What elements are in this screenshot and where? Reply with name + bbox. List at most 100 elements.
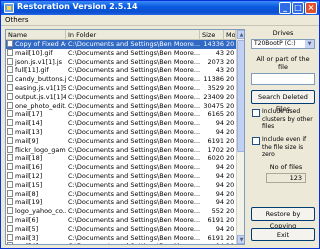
file-modified: 20 xyxy=(226,198,235,207)
scroll-thumb[interactable] xyxy=(237,40,244,152)
table-row[interactable]: Copy of Fixed As...C:\Documents and Sett… xyxy=(6,40,236,49)
file-name-text: mail[12] xyxy=(15,171,43,180)
column-header-name[interactable]: Name xyxy=(6,30,66,40)
file-folder: C:\Documents and Settings\Ben Moore... xyxy=(68,57,200,66)
file-size: 94 xyxy=(215,180,224,189)
column-header-folder[interactable]: In Folder xyxy=(66,30,200,40)
restore-by-copying-button[interactable]: Restore by Copying xyxy=(251,207,315,230)
table-row[interactable]: mail[5] C:\Documents and Settings\Ben Moo… xyxy=(6,224,236,234)
file-folder: C:\Documents and Settings\Ben Moore... xyxy=(68,110,200,119)
file-icon xyxy=(7,66,13,74)
drive-select[interactable]: T20BootP (C:) ▼ xyxy=(251,39,315,49)
file-icon xyxy=(7,215,13,223)
table-row[interactable]: mail[9] C:\Documents and Settings\Ben Moo… xyxy=(6,136,236,146)
column-header-size[interactable]: Size xyxy=(200,30,224,40)
file-name-text: mail[6] xyxy=(15,215,39,224)
file-name-text: flickr_logo_gam... xyxy=(15,145,66,154)
file-name-text: mail[18] xyxy=(15,154,43,163)
vertical-scrollbar[interactable]: ▲ ▼ xyxy=(236,30,244,244)
file-size: 3529 xyxy=(207,83,224,92)
file-name-text: mail[13] xyxy=(15,127,43,136)
file-folder: C:\Documents and Settings\Ben Moore... xyxy=(68,163,200,172)
file-size: 43 xyxy=(215,48,224,57)
number-of-files-value: 123 xyxy=(266,173,306,183)
scroll-up-icon[interactable]: ▲ xyxy=(237,30,244,39)
file-size: 43 xyxy=(215,66,224,75)
file-icon xyxy=(7,163,13,171)
menu-others[interactable]: Others xyxy=(5,16,29,24)
file-modified: 20 xyxy=(226,48,235,57)
file-icon xyxy=(7,75,13,83)
file-name-text: easing.js.v1[1]5... xyxy=(15,83,66,92)
window-title: Restoration Version 2.5.14 xyxy=(17,2,138,11)
include-zero-size-checkbox[interactable] xyxy=(252,137,260,145)
table-row[interactable]: candy_buttons.j...C:\Documents and Setti… xyxy=(6,75,236,84)
table-row[interactable]: easing.js.v1[1]5...C:\Documents and Sett… xyxy=(6,83,236,93)
table-row[interactable]: logo_yahoo_co... C:\Documents and Setting… xyxy=(6,207,236,216)
table-row[interactable]: mail[3] C:\Documents and Settings\Ben Moo… xyxy=(6,233,236,243)
table-row[interactable]: mail[4] C:\Documents and Settings\Ben Moo… xyxy=(6,242,236,244)
file-name-text: mail[5] xyxy=(15,224,39,233)
file-name: mail[8] xyxy=(7,189,66,199)
file-icon xyxy=(7,189,13,197)
table-row[interactable]: mail[14] C:\Documents and Settings\Ben Mo… xyxy=(6,119,236,128)
file-icon xyxy=(7,127,13,135)
table-row[interactable]: full[11].gif C:\Documents and Settings\Be… xyxy=(6,66,236,75)
file-modified: 20 xyxy=(226,242,236,244)
file-folder: C:\Documents and Settings\Ben Moore... xyxy=(68,224,200,233)
table-row[interactable]: mail[16] C:\Documents and Settings\Ben Mo… xyxy=(6,163,236,172)
file-size: 23409 xyxy=(203,92,224,101)
file-name-text: mail[10].gif xyxy=(15,48,53,57)
table-row[interactable]: json.js.v1[1].js C:\Documents and Setting… xyxy=(6,57,236,67)
file-modified: 20 xyxy=(226,92,235,101)
file-name-text: mail[9] xyxy=(15,136,39,145)
file-icon xyxy=(7,110,13,118)
minimize-button[interactable]: _ xyxy=(279,2,291,14)
file-folder: C:\Documents and Settings\Ben Moore... xyxy=(68,189,200,198)
file-modified: 20 xyxy=(226,110,235,119)
file-list[interactable]: Name In Folder Size Moc Copy of Fixed As… xyxy=(5,29,245,245)
file-size: 6191 xyxy=(207,233,224,242)
table-row[interactable]: mail[13] C:\Documents and Settings\Ben Mo… xyxy=(6,127,236,137)
file-name-text: mail[17] xyxy=(15,110,43,119)
file-icon xyxy=(7,145,13,153)
file-rows: Copy of Fixed As...C:\Documents and Sett… xyxy=(6,40,236,244)
file-folder: C:\Documents and Settings\Ben Moore... xyxy=(68,180,200,189)
file-icon xyxy=(7,233,13,241)
table-row[interactable]: mail[19] C:\Documents and Settings\Ben Mo… xyxy=(6,198,236,207)
file-icon xyxy=(7,48,13,56)
close-button[interactable]: × xyxy=(305,2,317,14)
include-clusters-label: Include used clusters by other files xyxy=(262,108,313,130)
table-row[interactable]: mail[10].gif C:\Documents and Settings\Be… xyxy=(6,48,236,58)
file-modified: 20 xyxy=(226,163,235,172)
file-modified: 20 xyxy=(226,57,235,66)
title-bar[interactable]: Restoration Version 2.5.14 _ □ × xyxy=(1,1,319,15)
search-deleted-files-button[interactable]: Search Deleted Files xyxy=(251,90,315,113)
file-size: 94 xyxy=(215,224,224,233)
table-row[interactable]: mail[18] C:\Documents and Settings\Ben Mo… xyxy=(6,154,236,163)
scroll-down-icon[interactable]: ▼ xyxy=(237,235,244,244)
file-size: 552 xyxy=(211,207,224,216)
file-folder: C:\Documents and Settings\Ben Moore... xyxy=(68,75,200,84)
table-row[interactable]: mail[8] C:\Documents and Settings\Ben Moo… xyxy=(6,189,236,199)
include-clusters-checkbox[interactable] xyxy=(252,109,260,117)
table-row[interactable]: output.js.v1[1]42...C:\Documents and Set… xyxy=(6,92,236,102)
table-row[interactable]: one_photo_edit.j...C:\Documents and Sett… xyxy=(6,101,236,111)
table-row[interactable]: mail[12] C:\Documents and Settings\Ben Mo… xyxy=(6,171,236,181)
file-name: candy_buttons.j... xyxy=(7,75,66,84)
table-row[interactable]: mail[15] C:\Documents and Settings\Ben Mo… xyxy=(6,180,236,190)
file-folder: C:\Documents and Settings\Ben Moore... xyxy=(68,207,200,216)
file-name: mail[18] xyxy=(7,154,66,163)
exit-button[interactable]: Exit xyxy=(251,228,315,241)
column-header-modified[interactable]: Moc xyxy=(224,30,236,40)
chevron-down-icon[interactable]: ▼ xyxy=(305,40,314,48)
file-name: mail[5] xyxy=(7,224,66,234)
table-row[interactable]: mail[6] C:\Documents and Settings\Ben Moo… xyxy=(6,215,236,225)
table-row[interactable]: mail[17] C:\Documents and Settings\Ben Mo… xyxy=(6,110,236,119)
table-row[interactable]: flickr_logo_gam...C:\Documents and Setti… xyxy=(6,145,236,155)
maximize-button[interactable]: □ xyxy=(292,2,304,14)
file-part-input[interactable] xyxy=(251,73,315,85)
file-size: 30475 xyxy=(203,101,224,110)
file-icon xyxy=(7,57,13,65)
file-icon xyxy=(7,180,13,188)
